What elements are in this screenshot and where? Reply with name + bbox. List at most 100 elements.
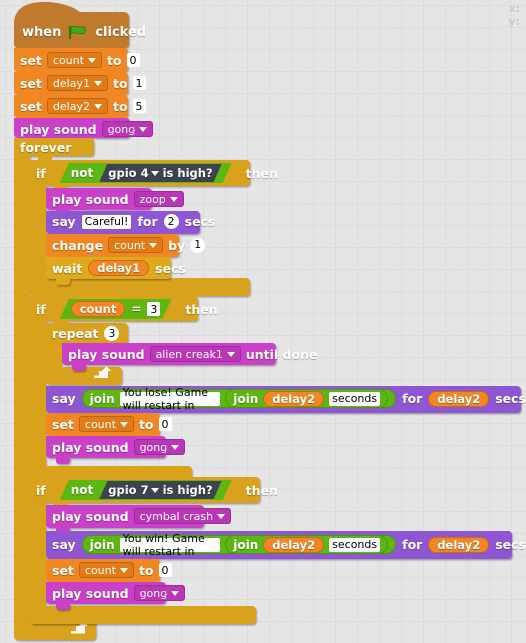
say-you-lose-row[interactable]: say join You lose! Game will restart in … — [52, 386, 526, 412]
play-sound-gong-win-row[interactable]: play sound gong — [52, 585, 186, 601]
if-gpio4-header[interactable]: if not gpio 4 is high? then — [36, 163, 278, 183]
equals-right-input[interactable]: 3 — [147, 302, 160, 316]
sound-dropdown-gong[interactable]: gong — [133, 585, 186, 601]
wait-label: wait — [52, 260, 83, 276]
repeat-times-input[interactable]: 3 — [104, 326, 120, 341]
join-label: join — [89, 391, 115, 406]
sound-dropdown-gong[interactable]: gong — [133, 439, 186, 455]
not-operator-block[interactable]: not gpio 4 is high? — [60, 163, 232, 183]
variable-reporter-delay2[interactable]: delay2 — [263, 536, 325, 553]
set-count-value-input[interactable]: 0 — [158, 417, 172, 431]
gpio-is-high-block[interactable]: gpio 7 is high? — [99, 481, 221, 499]
set-count-0-lose-row[interactable]: set count to 0 — [52, 416, 172, 432]
for-label: for — [402, 537, 423, 552]
set-delay2-5-row[interactable]: set delay2 to 5 — [20, 98, 146, 114]
join-seconds-input-win[interactable]: seconds — [329, 537, 381, 552]
variable-reporter-delay2-duration[interactable]: delay2 — [428, 536, 490, 553]
to-label: to — [138, 562, 154, 578]
to-label: to — [138, 416, 154, 432]
sound-dropdown-zoop[interactable]: zoop — [133, 191, 184, 207]
play-sound-alien-creak1-row[interactable]: play sound alien creak1 until done — [68, 346, 317, 362]
set-count-value-input[interactable]: 0 — [158, 563, 172, 577]
variable-reporter-delay2[interactable]: delay2 — [263, 390, 325, 407]
play-sound-label: play sound — [52, 439, 129, 455]
play-sound-label: play sound — [52, 191, 129, 207]
change-count-row[interactable]: change count by 1 — [52, 237, 206, 253]
equals-sign: = — [131, 302, 142, 316]
join-block-inner-win[interactable]: join delay2 seconds — [225, 535, 389, 554]
sound-dropdown-alien-creak1[interactable]: alien creak1 — [149, 346, 241, 362]
set-count-value-input[interactable]: 0 — [126, 53, 140, 67]
sound-dropdown-cymbal-crash[interactable]: cymbal crash — [133, 508, 232, 524]
not-operator-block[interactable]: not gpio 7 is high? — [60, 480, 232, 500]
chevron-down-icon — [149, 242, 158, 248]
play-sound-label: play sound — [52, 508, 129, 524]
join-text-input-win[interactable]: You win! Game will restart in — [119, 532, 221, 558]
not-label: not — [70, 166, 94, 180]
is-high-label: is high? — [162, 166, 213, 180]
sound-name: alien creak1 — [155, 347, 223, 361]
play-sound-gong-lose-row[interactable]: play sound gong — [52, 439, 186, 455]
join-block-inner-lose[interactable]: join delay2 seconds — [225, 389, 389, 408]
then-label: then — [185, 301, 218, 317]
chevron-down-icon — [171, 590, 180, 596]
play-sound-zoop-row[interactable]: play sound zoop — [52, 191, 184, 207]
gpio-pin-dropdown[interactable]: 7 — [141, 483, 149, 497]
wait-delay1-row[interactable]: wait delay1 secs — [52, 260, 186, 276]
if-count-equals-3-header[interactable]: if count = 3 then — [36, 299, 218, 319]
play-sound-label: play sound — [52, 585, 129, 601]
change-amount-input[interactable]: 1 — [190, 237, 206, 253]
chevron-down-icon — [169, 196, 178, 202]
sound-name: cymbal crash — [139, 509, 214, 523]
say-you-win-row[interactable]: say join You win! Game will restart in j… — [52, 532, 526, 558]
say-duration-input[interactable]: 2 — [163, 214, 179, 229]
chevron-down-icon — [87, 57, 96, 63]
when-flag-clicked-label-group[interactable]: when clicked — [22, 25, 146, 40]
variable-dropdown-delay2[interactable]: delay2 — [46, 98, 108, 114]
variable-dropdown-count[interactable]: count — [78, 416, 134, 432]
is-high-label: is high? — [162, 483, 213, 497]
variable-name: delay1 — [52, 76, 90, 90]
variable-reporter-delay1[interactable]: delay1 — [88, 260, 150, 276]
gpio-pin-value: 4 — [140, 166, 149, 180]
variable-reporter-delay2-duration[interactable]: delay2 — [428, 390, 490, 407]
join-seconds-input-lose[interactable]: seconds — [329, 391, 381, 406]
set-label: set — [52, 562, 74, 578]
to-label: to — [112, 75, 128, 91]
set-delay2-value-input[interactable]: 5 — [132, 99, 146, 113]
variable-dropdown-delay1[interactable]: delay1 — [46, 75, 108, 91]
variable-name: count — [84, 417, 116, 431]
sound-dropdown-gong[interactable]: gong — [101, 121, 154, 137]
play-sound-gong-top-row[interactable]: play sound gong — [20, 121, 154, 137]
play-sound-cymbal-crash-row[interactable]: play sound cymbal crash — [52, 508, 232, 524]
join-block-outer-win[interactable]: join You win! Game will restart in join … — [81, 532, 397, 558]
gpio-is-high-block[interactable]: gpio 4 is high? — [99, 164, 221, 182]
say-careful-row[interactable]: say Careful! for 2 secs — [52, 214, 215, 229]
repeat-3-row[interactable]: repeat 3 — [52, 326, 120, 341]
join-block-outer-lose[interactable]: join You lose! Game will restart in join… — [81, 386, 397, 412]
if-gpio7-header[interactable]: if not gpio 7 is high? then — [36, 480, 278, 500]
chevron-down-icon — [93, 103, 102, 109]
variable-dropdown-count[interactable]: count — [46, 52, 102, 68]
equals-operator-block[interactable]: count = 3 — [60, 299, 172, 319]
sound-name: gong — [107, 122, 136, 136]
chevron-down-icon — [139, 126, 148, 132]
until-done-label: until done — [245, 346, 318, 362]
set-delay1-1-row[interactable]: set delay1 to 1 — [20, 75, 146, 91]
set-count-0-win-row[interactable]: set count to 0 — [52, 562, 172, 578]
to-label: to — [112, 98, 128, 114]
set-label: set — [20, 52, 42, 68]
set-delay1-value-input[interactable]: 1 — [132, 76, 146, 90]
say-message-input[interactable]: Careful! — [81, 214, 132, 229]
for-label: for — [137, 214, 158, 229]
join-text-input-lose[interactable]: You lose! Game will restart in — [119, 386, 221, 412]
variable-dropdown-count[interactable]: count — [108, 237, 164, 253]
set-label: set — [52, 416, 74, 432]
forever-label: forever — [20, 140, 72, 155]
clicked-label: clicked — [95, 25, 147, 40]
variable-dropdown-count[interactable]: count — [78, 562, 134, 578]
variable-reporter-count[interactable]: count — [71, 301, 126, 317]
set-count-0-row[interactable]: set count to 0 — [20, 52, 140, 68]
if-label: if — [36, 301, 46, 317]
gpio-pin-dropdown[interactable]: 4 — [141, 166, 149, 180]
